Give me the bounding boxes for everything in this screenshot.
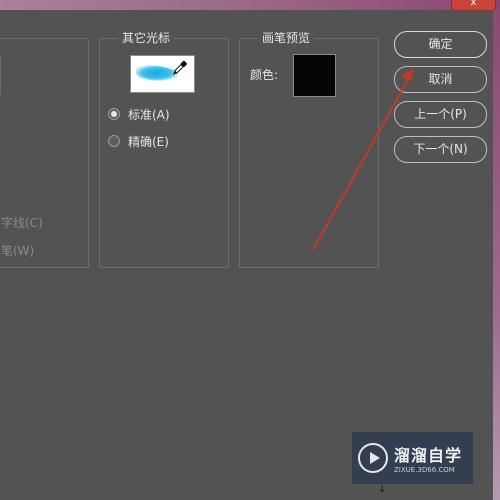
left-preview-box xyxy=(0,55,1,95)
left-option-label[interactable]: 字线(C) xyxy=(1,214,43,231)
left-options-group: 字线(C) 笔(W) xyxy=(0,38,89,268)
ok-button[interactable]: 确定 xyxy=(394,31,487,58)
watermark: 溜溜自学 ZIXUE.3D66.COM xyxy=(352,432,473,484)
color-swatch[interactable] xyxy=(293,54,336,97)
brush-preview-group: 画笔预览 颜色: xyxy=(239,30,379,268)
watermark-name: 溜溜自学 xyxy=(394,446,463,465)
radio-label: 标准(A) xyxy=(128,107,170,122)
radio-label: 精确(E) xyxy=(128,134,169,149)
group-title: 画笔预览 xyxy=(258,30,315,46)
group-title: 其它光标 xyxy=(118,30,175,46)
next-button[interactable]: 下一个(N) xyxy=(394,136,487,163)
other-cursors-group: 其它光标 标准(A) 精确(E) xyxy=(99,30,229,268)
radio-button[interactable] xyxy=(108,108,120,120)
play-logo-icon xyxy=(358,443,388,473)
cancel-button[interactable]: 取消 xyxy=(394,66,487,93)
bottom-mark: ↓ xyxy=(378,484,387,495)
cursor-preview xyxy=(130,55,195,93)
brush-eyedropper-icon xyxy=(135,60,187,81)
title-bar xyxy=(0,0,500,10)
radio-button[interactable] xyxy=(108,135,120,147)
prev-button[interactable]: 上一个(P) xyxy=(394,101,487,128)
radio-standard[interactable]: 标准(A) xyxy=(108,105,170,123)
color-label: 颜色: xyxy=(250,68,279,82)
close-button[interactable]: x xyxy=(451,0,496,11)
left-option-label[interactable]: 笔(W) xyxy=(1,242,34,259)
radio-precise[interactable]: 精确(E) xyxy=(108,132,169,150)
watermark-url: ZIXUE.3D66.COM xyxy=(394,466,455,474)
window-edge xyxy=(493,10,500,500)
